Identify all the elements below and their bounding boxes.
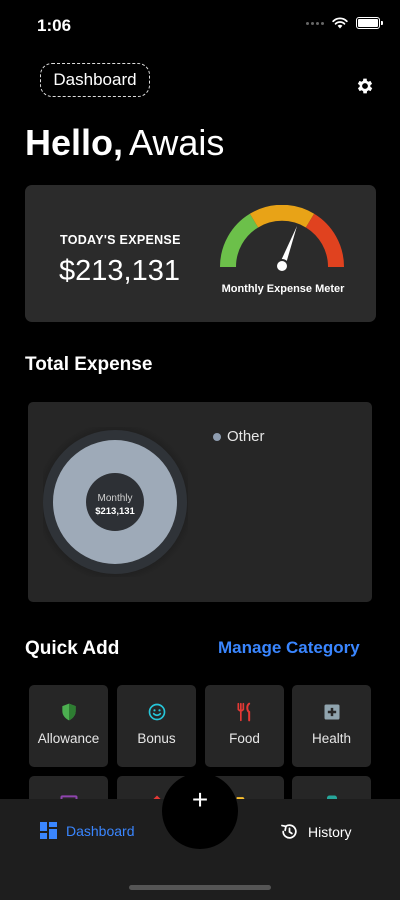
expense-meter-gauge: [219, 205, 345, 273]
chart-legend: Other: [213, 428, 265, 445]
status-bar: 1:06: [0, 0, 400, 50]
cellular-signal-icon: [306, 21, 324, 25]
donut-center-label: Monthly: [97, 493, 132, 504]
legend-dot-other: [213, 432, 221, 441]
category-label: Bonus: [137, 731, 176, 746]
add-expense-button[interactable]: +: [172, 773, 228, 829]
status-time: 1:06: [37, 16, 72, 35]
greeting-hello: Hello,: [25, 122, 124, 163]
today-expense-card: TODAY'S EXPENSE $213,131 Monthly Expense…: [25, 185, 376, 322]
greeting-user-name: Awais: [129, 122, 225, 163]
total-expense-donut-chart: Monthly $213,131: [43, 427, 188, 577]
category-label: Health: [311, 731, 352, 746]
today-expense-label: TODAY'S EXPENSE: [60, 233, 181, 247]
tab-history-label: History: [308, 823, 352, 840]
category-tile-allowance[interactable]: Allowance: [29, 685, 108, 767]
category-tile-food[interactable]: Food: [205, 685, 284, 767]
tab-history[interactable]: History: [280, 822, 352, 841]
quick-add-title: Quick Add: [25, 638, 120, 659]
dashboard-grid-icon: [40, 822, 57, 839]
dashboard-chip[interactable]: Dashboard: [40, 63, 150, 97]
medical-cross-icon: [324, 704, 340, 720]
gauge-segment-yellow: [249, 205, 315, 228]
category-label: Food: [229, 731, 260, 746]
legend-label-other: Other: [227, 428, 265, 445]
history-icon: [281, 824, 297, 839]
utensils-icon: [237, 702, 251, 722]
donut-center-value: $213,131: [95, 506, 135, 517]
smiley-icon: [148, 703, 166, 721]
expense-meter-label: Monthly Expense Meter: [221, 283, 345, 295]
wifi-icon: [332, 17, 348, 29]
battery-icon: [356, 17, 383, 29]
gauge-pivot: [275, 259, 289, 273]
shield-icon: [62, 703, 76, 721]
total-expense-chart-card: Monthly $213,131 Other: [28, 402, 372, 602]
category-tile-bonus[interactable]: Bonus: [117, 685, 196, 767]
total-expense-title: Total Expense: [25, 354, 153, 375]
category-label: Allowance: [37, 731, 100, 746]
status-icons: [306, 17, 383, 29]
greeting: Hello, Awais: [25, 122, 224, 164]
today-expense-amount: $213,131: [59, 255, 180, 287]
category-tile-health[interactable]: Health: [292, 685, 371, 767]
home-indicator: [129, 885, 271, 890]
gauge-segment-green: [219, 213, 259, 268]
tab-dashboard[interactable]: Dashboard: [40, 822, 135, 839]
manage-category-link[interactable]: Manage Category: [218, 638, 360, 658]
plus-icon: +: [191, 784, 209, 815]
tab-dashboard-label: Dashboard: [66, 822, 135, 839]
gauge-segment-red: [305, 213, 345, 268]
gear-icon[interactable]: [355, 76, 375, 96]
